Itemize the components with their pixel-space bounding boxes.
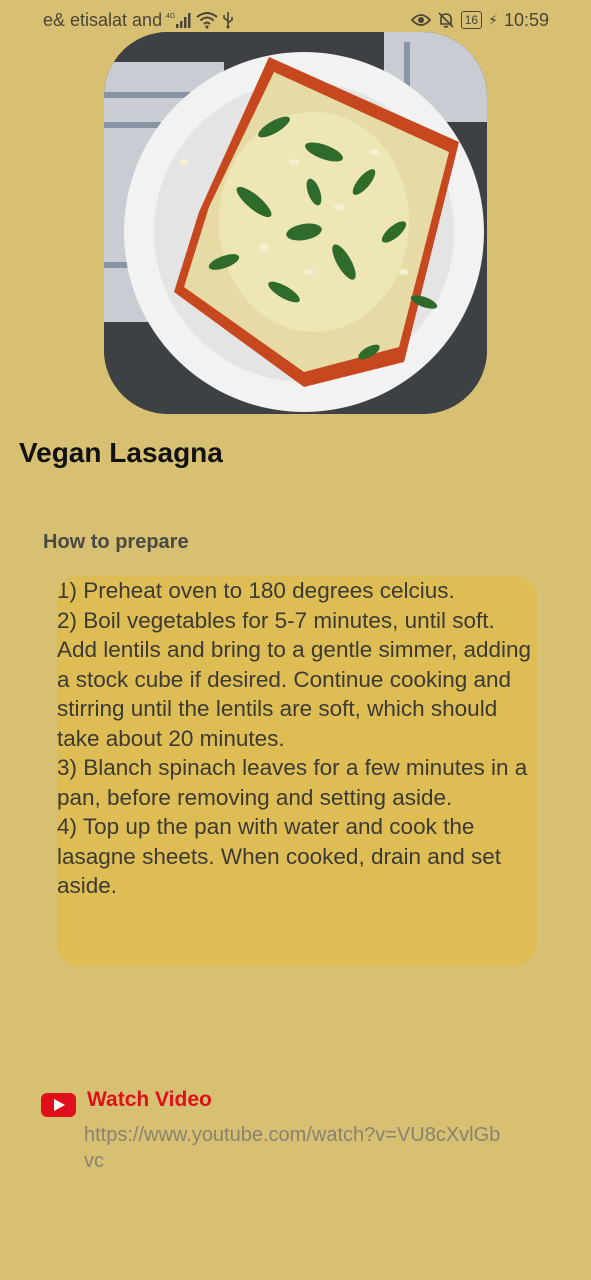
wifi-icon [196,11,218,29]
recipe-title: Vegan Lasagna [19,437,223,468]
clock: 10:59 [503,9,549,30]
status-right: 16 ⚡︎ 10:59 [410,8,549,32]
signal-icon: 4G [166,11,192,29]
instructions-scroll-box[interactable]: 1) Preheat oven to 180 degrees celcius. … [57,576,537,966]
bell-off-icon [437,11,455,29]
charging-icon: ⚡︎ [488,11,498,28]
recipe-image [104,32,487,414]
status-left: e& etisalat and 4G [43,8,234,32]
youtube-icon[interactable] [41,1093,76,1117]
carrier-name: e& etisalat and [43,9,163,30]
video-url-link[interactable]: https://www.youtube.com/watch?v=VU8cXvlG… [84,1122,504,1174]
watch-video-link[interactable]: Watch Video [87,1088,212,1112]
usb-icon [222,11,234,29]
instructions-text: 1) Preheat oven to 180 degrees celcius. … [57,578,532,898]
battery-level: 16 [464,13,479,27]
eye-icon [410,13,431,27]
network-badge: 4G [166,13,175,20]
how-to-prepare-heading: How to prepare [43,531,189,553]
battery-icon: 16 [460,11,483,29]
